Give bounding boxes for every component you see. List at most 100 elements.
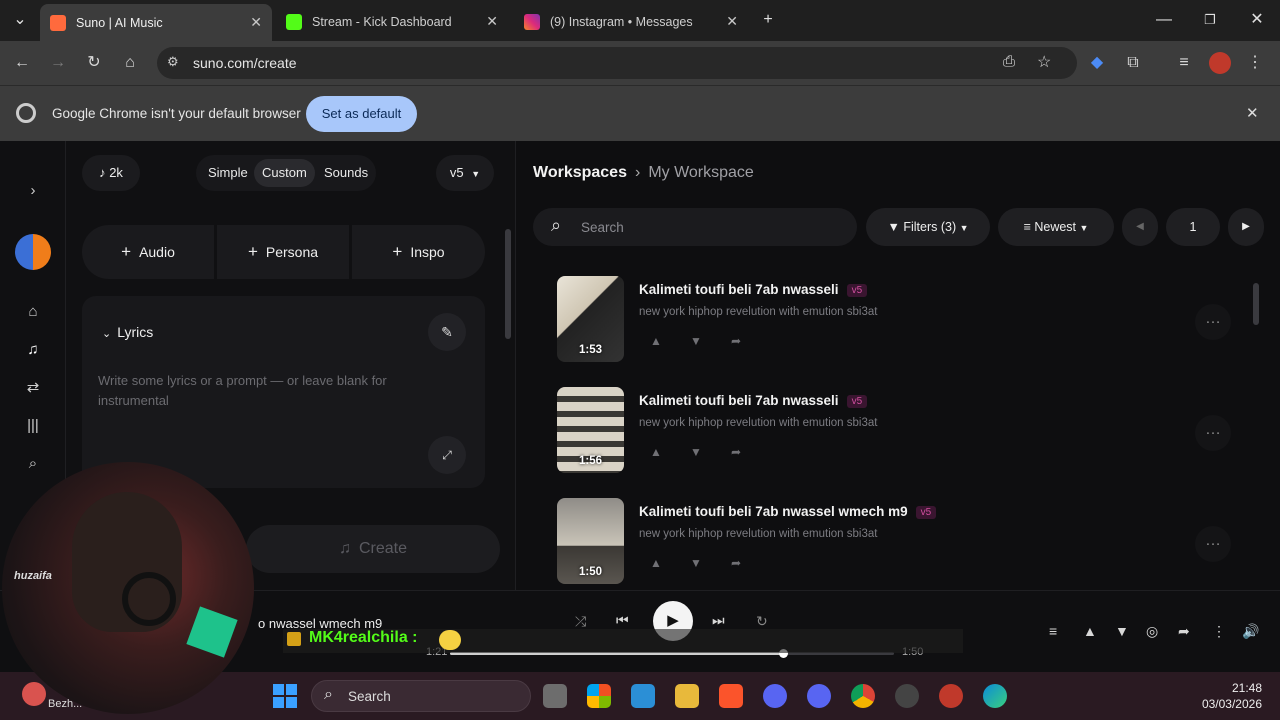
breadcrumb-workspaces[interactable]: Workspaces bbox=[533, 164, 627, 181]
mode-simple[interactable]: Simple bbox=[200, 159, 256, 187]
share-icon[interactable]: ➦ bbox=[727, 334, 745, 352]
new-tab-button[interactable]: + bbox=[756, 8, 780, 32]
profile-avatar[interactable] bbox=[1209, 52, 1231, 74]
window-close-icon[interactable]: ✕ bbox=[1245, 8, 1269, 32]
tab-search-icon[interactable]: ⌄ bbox=[8, 8, 32, 32]
user-avatar[interactable] bbox=[15, 234, 51, 270]
back-icon[interactable]: ← bbox=[10, 51, 34, 75]
credits-pill[interactable]: ♪ 2k bbox=[82, 155, 140, 191]
widgets-icon[interactable] bbox=[587, 684, 611, 708]
mode-custom[interactable]: Custom bbox=[254, 159, 315, 187]
dislike-icon[interactable]: ▼ bbox=[687, 334, 705, 352]
weather-icon[interactable] bbox=[22, 682, 46, 706]
right-scrollbar[interactable] bbox=[1252, 267, 1260, 585]
sort-button[interactable]: ≡ Newest ▼ bbox=[998, 208, 1114, 246]
previous-icon[interactable]: ⏮ bbox=[616, 612, 629, 629]
close-icon[interactable]: ✕ bbox=[726, 13, 738, 30]
scroll-thumb[interactable] bbox=[1253, 283, 1259, 325]
add-audio-button[interactable]: + Audio bbox=[82, 225, 214, 279]
reload-icon[interactable]: ↻ bbox=[82, 51, 106, 75]
song-row[interactable]: 1:53 Kalimeti toufi beli 7ab nwasseli v5 … bbox=[557, 276, 1257, 362]
close-icon[interactable]: ✕ bbox=[486, 13, 498, 30]
tab-kick[interactable]: Stream - Kick Dashboard ✕ bbox=[276, 6, 508, 37]
next-page-icon[interactable]: ▶ bbox=[1228, 208, 1264, 246]
create-button[interactable]: ♫ Create bbox=[246, 525, 500, 573]
page-number[interactable]: 1 bbox=[1166, 208, 1220, 246]
home-icon[interactable]: ⌂ bbox=[118, 51, 142, 75]
clock-time[interactable]: 21:48 bbox=[1228, 681, 1262, 695]
task-view-icon[interactable] bbox=[543, 684, 567, 708]
set-default-button[interactable]: Set as default bbox=[306, 96, 417, 132]
menu-kebab-icon[interactable]: ⋮ bbox=[1243, 51, 1267, 75]
like-icon[interactable]: ▲ bbox=[1083, 623, 1097, 639]
extensions-icon[interactable]: ⧉ bbox=[1121, 51, 1145, 75]
search-input[interactable]: ⌕ Search bbox=[533, 208, 857, 246]
store-icon[interactable] bbox=[631, 684, 655, 708]
song-cover[interactable]: 1:53 bbox=[557, 276, 624, 362]
close-icon[interactable]: ✕ bbox=[250, 14, 262, 31]
windows-start-icon[interactable] bbox=[273, 684, 297, 708]
mode-sounds[interactable]: Sounds bbox=[316, 159, 376, 187]
version-select[interactable]: v5 ▼ bbox=[436, 155, 494, 191]
filters-button[interactable]: ▼ Filters (3) ▼ bbox=[866, 208, 990, 246]
lyrics-header[interactable]: ⌄ Lyrics bbox=[102, 324, 153, 340]
share-icon[interactable]: ➦ bbox=[1178, 623, 1190, 640]
song-title[interactable]: Kalimeti toufi beli 7ab nwassel wmech m9… bbox=[639, 504, 937, 519]
scroll-thumb[interactable] bbox=[505, 229, 511, 339]
like-icon[interactable]: ▲ bbox=[647, 556, 665, 574]
restore-icon[interactable]: ❐ bbox=[1198, 8, 1222, 32]
like-icon[interactable]: ▲ bbox=[647, 445, 665, 463]
forward-icon[interactable]: → bbox=[46, 51, 70, 75]
magic-wand-button[interactable]: ✎ bbox=[428, 313, 466, 351]
volume-icon[interactable]: 🔊 bbox=[1242, 623, 1259, 640]
dislike-icon[interactable]: ▼ bbox=[1115, 623, 1129, 639]
chrome-icon[interactable] bbox=[851, 684, 875, 708]
song-cover[interactable]: 1:56 bbox=[557, 387, 624, 473]
prev-page-icon[interactable]: ◀ bbox=[1122, 208, 1158, 246]
shuffle-icon[interactable]: ⤮ bbox=[575, 613, 586, 630]
bookmark-star-icon[interactable]: ☆ bbox=[1037, 52, 1051, 72]
more-icon[interactable]: ⋮ bbox=[1212, 623, 1226, 640]
song-row[interactable]: 1:56 Kalimeti toufi beli 7ab nwasseli v5 … bbox=[557, 387, 1257, 473]
studio-icon[interactable]: ⇄ bbox=[21, 376, 45, 400]
obs-icon[interactable] bbox=[895, 684, 919, 708]
queue-icon[interactable]: ≡ bbox=[1049, 623, 1057, 639]
comment-icon[interactable]: ◎ bbox=[1146, 623, 1158, 640]
more-options-icon[interactable]: … bbox=[1195, 526, 1231, 562]
extension-shield-icon[interactable]: ◆ bbox=[1085, 51, 1109, 75]
address-bar[interactable]: ⚙ suno.com/create ⎙ ☆ bbox=[157, 47, 1077, 79]
dislike-icon[interactable]: ▼ bbox=[687, 556, 705, 574]
repeat-icon[interactable]: ↻ bbox=[756, 613, 768, 630]
dislike-icon[interactable]: ▼ bbox=[687, 445, 705, 463]
infobar-close-icon[interactable]: ✕ bbox=[1246, 104, 1259, 122]
site-info-icon[interactable]: ⚙ bbox=[167, 54, 179, 70]
song-cover[interactable]: 1:50 bbox=[557, 498, 624, 584]
install-app-icon[interactable]: ⎙ bbox=[1003, 53, 1015, 70]
more-options-icon[interactable]: … bbox=[1195, 304, 1231, 340]
share-icon[interactable]: ➦ bbox=[727, 556, 745, 574]
media-control-icon[interactable]: ≡ bbox=[1172, 51, 1196, 75]
app-icon[interactable] bbox=[763, 684, 787, 708]
song-title[interactable]: Kalimeti toufi beli 7ab nwasseli v5 bbox=[639, 282, 868, 297]
app-icon[interactable] bbox=[939, 684, 963, 708]
home-icon[interactable]: ⌂ bbox=[21, 300, 45, 324]
library-icon[interactable]: ||| bbox=[21, 414, 45, 438]
taskbar-search[interactable]: ⌕ Search bbox=[311, 680, 531, 712]
add-inspo-button[interactable]: + Inspo bbox=[352, 225, 485, 279]
brave-icon[interactable] bbox=[719, 684, 743, 708]
next-icon[interactable]: ⏭ bbox=[712, 612, 725, 629]
song-row[interactable]: 1:50 Kalimeti toufi beli 7ab nwassel wme… bbox=[557, 498, 1257, 584]
expand-chevron-icon[interactable]: › bbox=[21, 179, 45, 203]
minimize-icon[interactable]: — bbox=[1152, 8, 1176, 32]
add-persona-button[interactable]: + Persona bbox=[217, 225, 349, 279]
lyrics-textarea[interactable]: Write some lyrics or a prompt — or leave… bbox=[98, 371, 418, 411]
share-icon[interactable]: ➦ bbox=[727, 445, 745, 463]
search-icon[interactable]: ⌕ bbox=[21, 452, 45, 476]
left-scrollbar[interactable] bbox=[504, 211, 512, 501]
file-explorer-icon[interactable] bbox=[675, 684, 699, 708]
song-title[interactable]: Kalimeti toufi beli 7ab nwasseli v5 bbox=[639, 393, 868, 408]
clock-date[interactable]: 03/03/2026 bbox=[1198, 697, 1262, 711]
create-music-icon[interactable]: ♫ bbox=[21, 338, 45, 362]
discord-icon[interactable] bbox=[807, 684, 831, 708]
tab-instagram[interactable]: (9) Instagram • Messages ✕ bbox=[514, 6, 748, 37]
